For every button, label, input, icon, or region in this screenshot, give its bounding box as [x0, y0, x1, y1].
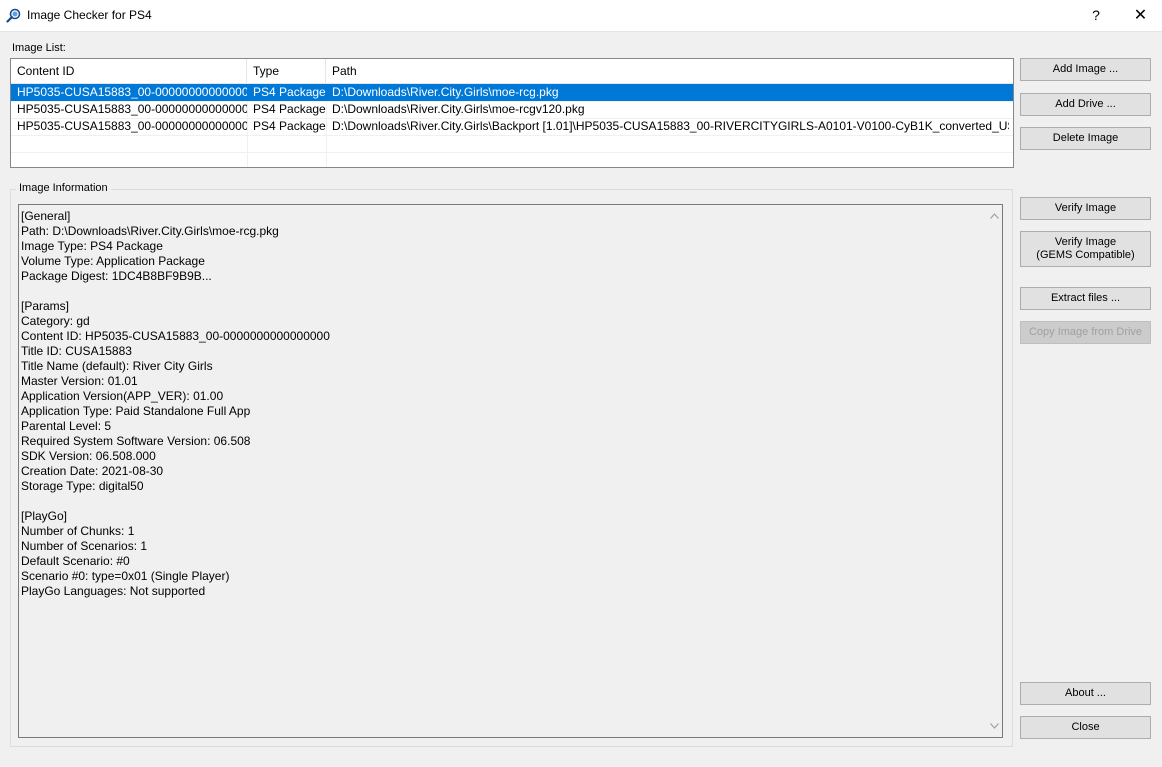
- cell-type: PS4 Package: [253, 85, 326, 99]
- close-window-icon[interactable]: ✕: [1119, 0, 1162, 31]
- image-list[interactable]: Content ID Type Path HP5035-CUSA15883_00…: [10, 58, 1014, 168]
- row-divider: [11, 135, 1013, 136]
- table-row[interactable]: HP5035-CUSA15883_00-0000000000000000 PS4…: [11, 101, 1013, 118]
- column-header-path[interactable]: Path: [326, 59, 1013, 83]
- cell-content-id: HP5035-CUSA15883_00-0000000000000000: [17, 85, 247, 99]
- cell-content-id: HP5035-CUSA15883_00-0000000000000000: [17, 119, 247, 133]
- title-bar: Image Checker for PS4 ? ✕: [0, 0, 1162, 32]
- image-list-header: Content ID Type Path: [11, 59, 1013, 84]
- cell-type: PS4 Package: [253, 102, 326, 116]
- add-image-button[interactable]: Add Image ...: [1020, 58, 1151, 81]
- extract-files-button[interactable]: Extract files ...: [1020, 287, 1151, 310]
- table-row[interactable]: HP5035-CUSA15883_00-0000000000000000 PS4…: [11, 84, 1013, 101]
- help-button[interactable]: ?: [1073, 0, 1119, 31]
- verify-gems-label-line2: (GEMS Compatible): [1036, 249, 1135, 261]
- window-title: Image Checker for PS4: [27, 8, 152, 22]
- add-drive-button[interactable]: Add Drive ...: [1020, 93, 1151, 116]
- chevron-down-icon[interactable]: [987, 719, 1001, 733]
- image-information-label: Image Information: [16, 182, 111, 194]
- close-button[interactable]: Close: [1020, 716, 1151, 739]
- column-header-content-id[interactable]: Content ID: [11, 59, 247, 83]
- image-list-label: Image List:: [12, 42, 66, 54]
- cell-path: D:\Downloads\River.City.Girls\Backport […: [332, 119, 1009, 133]
- column-header-type[interactable]: Type: [247, 59, 326, 83]
- image-information-textbox[interactable]: [General] Path: D:\Downloads\River.City.…: [18, 204, 1003, 738]
- delete-image-button[interactable]: Delete Image: [1020, 127, 1151, 150]
- cell-type: PS4 Package: [253, 119, 326, 133]
- verify-image-gems-button[interactable]: Verify Image (GEMS Compatible): [1020, 231, 1151, 267]
- table-row[interactable]: HP5035-CUSA15883_00-0000000000000000 PS4…: [11, 118, 1013, 135]
- image-information-text: [General] Path: D:\Downloads\River.City.…: [21, 209, 330, 598]
- chevron-up-icon[interactable]: [987, 209, 1001, 223]
- verify-image-button[interactable]: Verify Image: [1020, 197, 1151, 220]
- row-divider: [11, 152, 1013, 153]
- verify-gems-label-line1: Verify Image: [1054, 236, 1117, 248]
- cell-path: D:\Downloads\River.City.Girls\moe-rcg.pk…: [332, 85, 559, 99]
- cell-path: D:\Downloads\River.City.Girls\moe-rcgv12…: [332, 102, 585, 116]
- magnifier-icon: [6, 8, 22, 24]
- copy-image-from-drive-button[interactable]: Copy Image from Drive: [1020, 321, 1151, 344]
- about-button[interactable]: About ...: [1020, 682, 1151, 705]
- cell-content-id: HP5035-CUSA15883_00-0000000000000000: [17, 102, 247, 116]
